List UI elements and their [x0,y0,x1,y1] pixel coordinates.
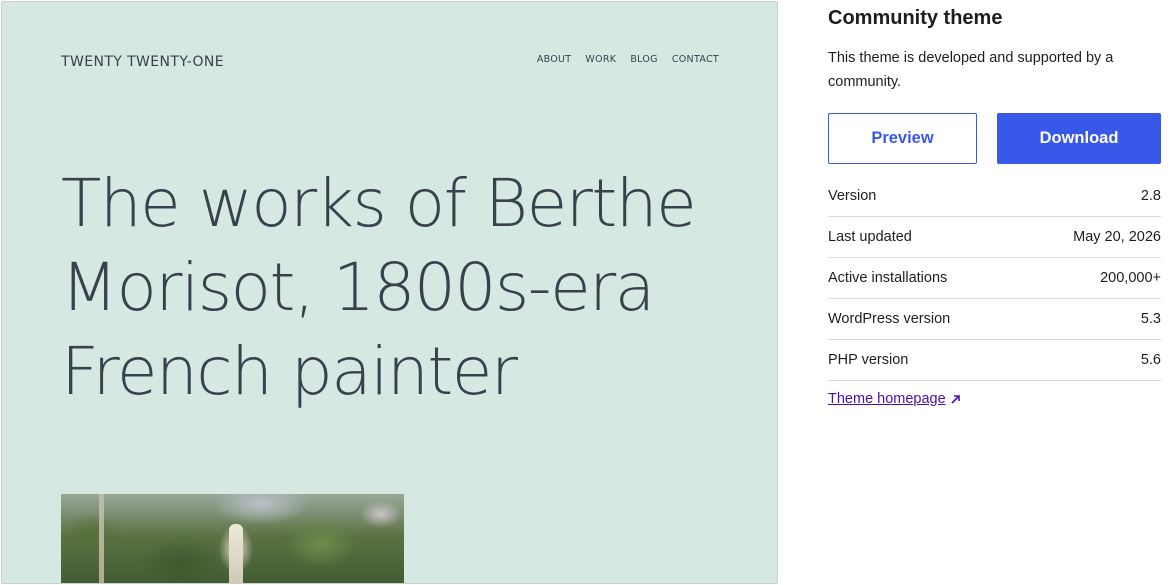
hero-line: French painter [61,333,518,410]
theme-homepage-link[interactable]: Theme homepage [828,391,961,407]
hero-heading: The works of Berthe Morisot, 1800s-era F… [61,162,751,414]
meta-label: Last updated [828,229,912,245]
theme-homepage-label: Theme homepage [828,391,946,407]
nav-item-work[interactable]: WORK [585,54,616,65]
meta-value: 200,000+ [1100,270,1161,286]
meta-value: 5.6 [1140,352,1161,368]
download-button[interactable]: Download [997,113,1161,164]
nav-item-contact[interactable]: CONTACT [672,54,719,65]
hero-line: The works of Berthe [61,165,697,242]
meta-value: 2.8 [1140,188,1161,204]
theme-preview: TWENTY TWENTY-ONE ABOUT WORK BLOG CONTAC… [1,1,778,584]
theme-meta-list: Version 2.8 Last updated May 20, 2026 Ac… [828,176,1161,381]
meta-row-version: Version 2.8 [828,176,1161,217]
meta-label: Active installations [828,270,948,286]
preview-button[interactable]: Preview [828,113,977,164]
meta-label: WordPress version [828,311,951,327]
meta-row-wordpress-version: WordPress version 5.3 [828,299,1161,340]
meta-row-last-updated: Last updated May 20, 2026 [828,217,1161,258]
meta-label: PHP version [828,352,909,368]
nav-item-about[interactable]: ABOUT [537,54,572,65]
external-link-icon [950,394,961,405]
meta-row-php-version: PHP version 5.6 [828,340,1161,381]
theme-type-title: Community theme [828,7,1003,29]
theme-description: This theme is developed and supported by… [828,50,1114,90]
meta-row-active-installations: Active installations 200,000+ [828,258,1161,299]
nav-item-blog[interactable]: BLOG [630,54,658,65]
hero-line: Morisot, 1800s-era [61,249,655,326]
site-title[interactable]: TWENTY TWENTY-ONE [61,54,224,70]
meta-label: Version [828,188,877,204]
meta-value: May 20, 2026 [1073,229,1161,245]
meta-value: 5.3 [1140,311,1161,327]
painting-image [61,494,404,583]
site-nav: ABOUT WORK BLOG CONTACT [537,54,719,65]
